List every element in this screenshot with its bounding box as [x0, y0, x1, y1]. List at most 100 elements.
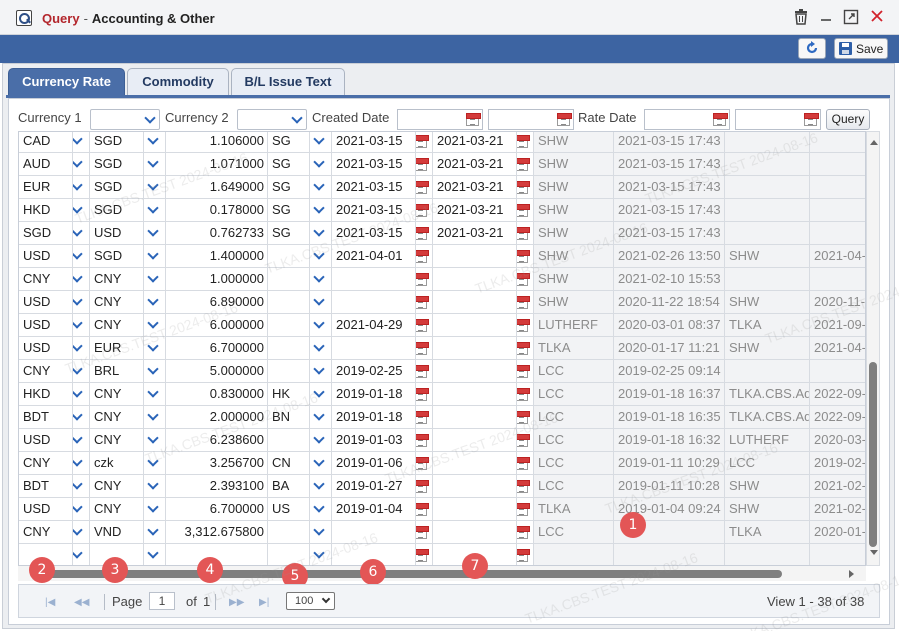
table-row[interactable]: CNY BRL 5.000000 2019-02-25 LCC 2019-02-25 09…: [19, 360, 865, 383]
dropdown-toggle[interactable]: [144, 337, 166, 360]
trash-icon[interactable]: [792, 9, 810, 27]
cell-rate[interactable]: 6.238600: [166, 429, 268, 452]
dropdown-toggle[interactable]: [144, 291, 166, 314]
cell-c1[interactable]: BDT: [19, 406, 73, 429]
dropdown-toggle[interactable]: [310, 222, 332, 245]
dropdown-toggle[interactable]: [144, 222, 166, 245]
cell-date1[interactable]: 2021-04-01: [332, 245, 416, 268]
dropdown-toggle[interactable]: [73, 406, 90, 429]
date-picker-toggle[interactable]: [416, 429, 433, 452]
cell-c1[interactable]: USD: [19, 314, 73, 337]
scroll-right-icon[interactable]: [849, 570, 854, 578]
dropdown-toggle[interactable]: [310, 406, 332, 429]
cell-rate[interactable]: 0.178000: [166, 199, 268, 222]
last-page-icon[interactable]: ▶|: [259, 597, 269, 608]
cell-date2[interactable]: [433, 429, 517, 452]
dropdown-toggle[interactable]: [310, 153, 332, 176]
dropdown-toggle[interactable]: [73, 199, 90, 222]
minimize-icon[interactable]: [817, 9, 835, 27]
cell-c2[interactable]: CNY: [90, 383, 144, 406]
date-picker-toggle[interactable]: [416, 176, 433, 199]
dropdown-toggle[interactable]: [310, 383, 332, 406]
save-button[interactable]: Save: [834, 38, 888, 59]
dropdown-toggle[interactable]: [310, 176, 332, 199]
date-picker-toggle[interactable]: [517, 222, 534, 245]
date-picker-toggle[interactable]: [416, 360, 433, 383]
cell-c2[interactable]: SGD: [90, 176, 144, 199]
dropdown-toggle[interactable]: [144, 475, 166, 498]
date-picker-toggle[interactable]: [416, 406, 433, 429]
cell-code[interactable]: SG: [268, 199, 310, 222]
dropdown-toggle[interactable]: [144, 199, 166, 222]
dropdown-toggle[interactable]: [144, 521, 166, 544]
dropdown-toggle[interactable]: [310, 475, 332, 498]
cell-code[interactable]: [268, 314, 310, 337]
cell-c1[interactable]: CNY: [19, 452, 73, 475]
dropdown-toggle[interactable]: [310, 245, 332, 268]
date-picker-toggle[interactable]: [517, 521, 534, 544]
cell-date1[interactable]: [332, 337, 416, 360]
dropdown-toggle[interactable]: [144, 153, 166, 176]
cell-rate[interactable]: 1.106000: [166, 132, 268, 153]
dropdown-toggle[interactable]: [310, 314, 332, 337]
date-picker-toggle[interactable]: [517, 544, 534, 565]
dropdown-toggle[interactable]: [310, 521, 332, 544]
cell-c1[interactable]: AUD: [19, 153, 73, 176]
dropdown-toggle[interactable]: [144, 314, 166, 337]
date-picker-toggle[interactable]: [517, 176, 534, 199]
date-picker-toggle[interactable]: [416, 383, 433, 406]
cell-rate[interactable]: 1.400000: [166, 245, 268, 268]
horizontal-scrollbar[interactable]: [18, 566, 866, 581]
date-picker-toggle[interactable]: [416, 544, 433, 565]
cell-code[interactable]: [268, 268, 310, 291]
dropdown-toggle[interactable]: [310, 360, 332, 383]
cell-date2[interactable]: 2021-03-21: [433, 222, 517, 245]
dropdown-toggle[interactable]: [144, 429, 166, 452]
cell-code[interactable]: SG: [268, 153, 310, 176]
dropdown-toggle[interactable]: [144, 544, 166, 565]
date-picker-toggle[interactable]: [416, 521, 433, 544]
dropdown-toggle[interactable]: [144, 406, 166, 429]
dropdown-toggle[interactable]: [310, 452, 332, 475]
table-row[interactable]: SGD USD 0.762733 SG 2021-03-15 2021-03-21 SHW 2…: [19, 222, 865, 245]
dropdown-toggle[interactable]: [73, 132, 90, 153]
dropdown-toggle[interactable]: [144, 268, 166, 291]
date-picker-toggle[interactable]: [517, 268, 534, 291]
cell-code[interactable]: [268, 337, 310, 360]
cell-rate[interactable]: 2.393100: [166, 475, 268, 498]
cell-code[interactable]: [268, 544, 310, 565]
table-row[interactable]: USD SGD 1.400000 2021-04-01 SHW 2021-02-26 13…: [19, 245, 865, 268]
date-picker-toggle[interactable]: [416, 222, 433, 245]
cell-c2[interactable]: CNY: [90, 291, 144, 314]
cell-c1[interactable]: HKD: [19, 383, 73, 406]
tab-bl-issue-text[interactable]: B/L Issue Text: [231, 68, 345, 95]
table-row[interactable]: HKD CNY 0.830000 HK 2019-01-18 LCC 2019-01-18 …: [19, 383, 865, 406]
dropdown-toggle[interactable]: [73, 291, 90, 314]
dropdown-toggle[interactable]: [73, 222, 90, 245]
date-picker-toggle[interactable]: [416, 452, 433, 475]
date-picker-toggle[interactable]: [517, 475, 534, 498]
cell-rate[interactable]: 1.649000: [166, 176, 268, 199]
cell-c2[interactable]: SGD: [90, 245, 144, 268]
cell-date2[interactable]: 2021-03-21: [433, 176, 517, 199]
close-icon[interactable]: [868, 9, 886, 27]
cell-c1[interactable]: SGD: [19, 222, 73, 245]
calendar-icon[interactable]: [557, 113, 572, 126]
vertical-scroll-thumb[interactable]: [869, 362, 877, 547]
cell-c1[interactable]: USD: [19, 291, 73, 314]
table-row[interactable]: [19, 544, 865, 565]
cell-date2[interactable]: [433, 360, 517, 383]
date-picker-toggle[interactable]: [517, 245, 534, 268]
date-picker-toggle[interactable]: [517, 199, 534, 222]
cell-date2[interactable]: 2021-03-21: [433, 199, 517, 222]
dropdown-toggle[interactable]: [73, 452, 90, 475]
date-picker-toggle[interactable]: [416, 337, 433, 360]
table-row[interactable]: CNY VND 3,312.675800 LCC TLKA2020-01-1: [19, 521, 865, 544]
cell-date2[interactable]: [433, 452, 517, 475]
cell-c1[interactable]: USD: [19, 245, 73, 268]
cell-c2[interactable]: EUR: [90, 337, 144, 360]
dropdown-toggle[interactable]: [73, 268, 90, 291]
page-number-input[interactable]: 1: [149, 592, 175, 610]
cell-code[interactable]: [268, 291, 310, 314]
cell-c2[interactable]: SGD: [90, 199, 144, 222]
